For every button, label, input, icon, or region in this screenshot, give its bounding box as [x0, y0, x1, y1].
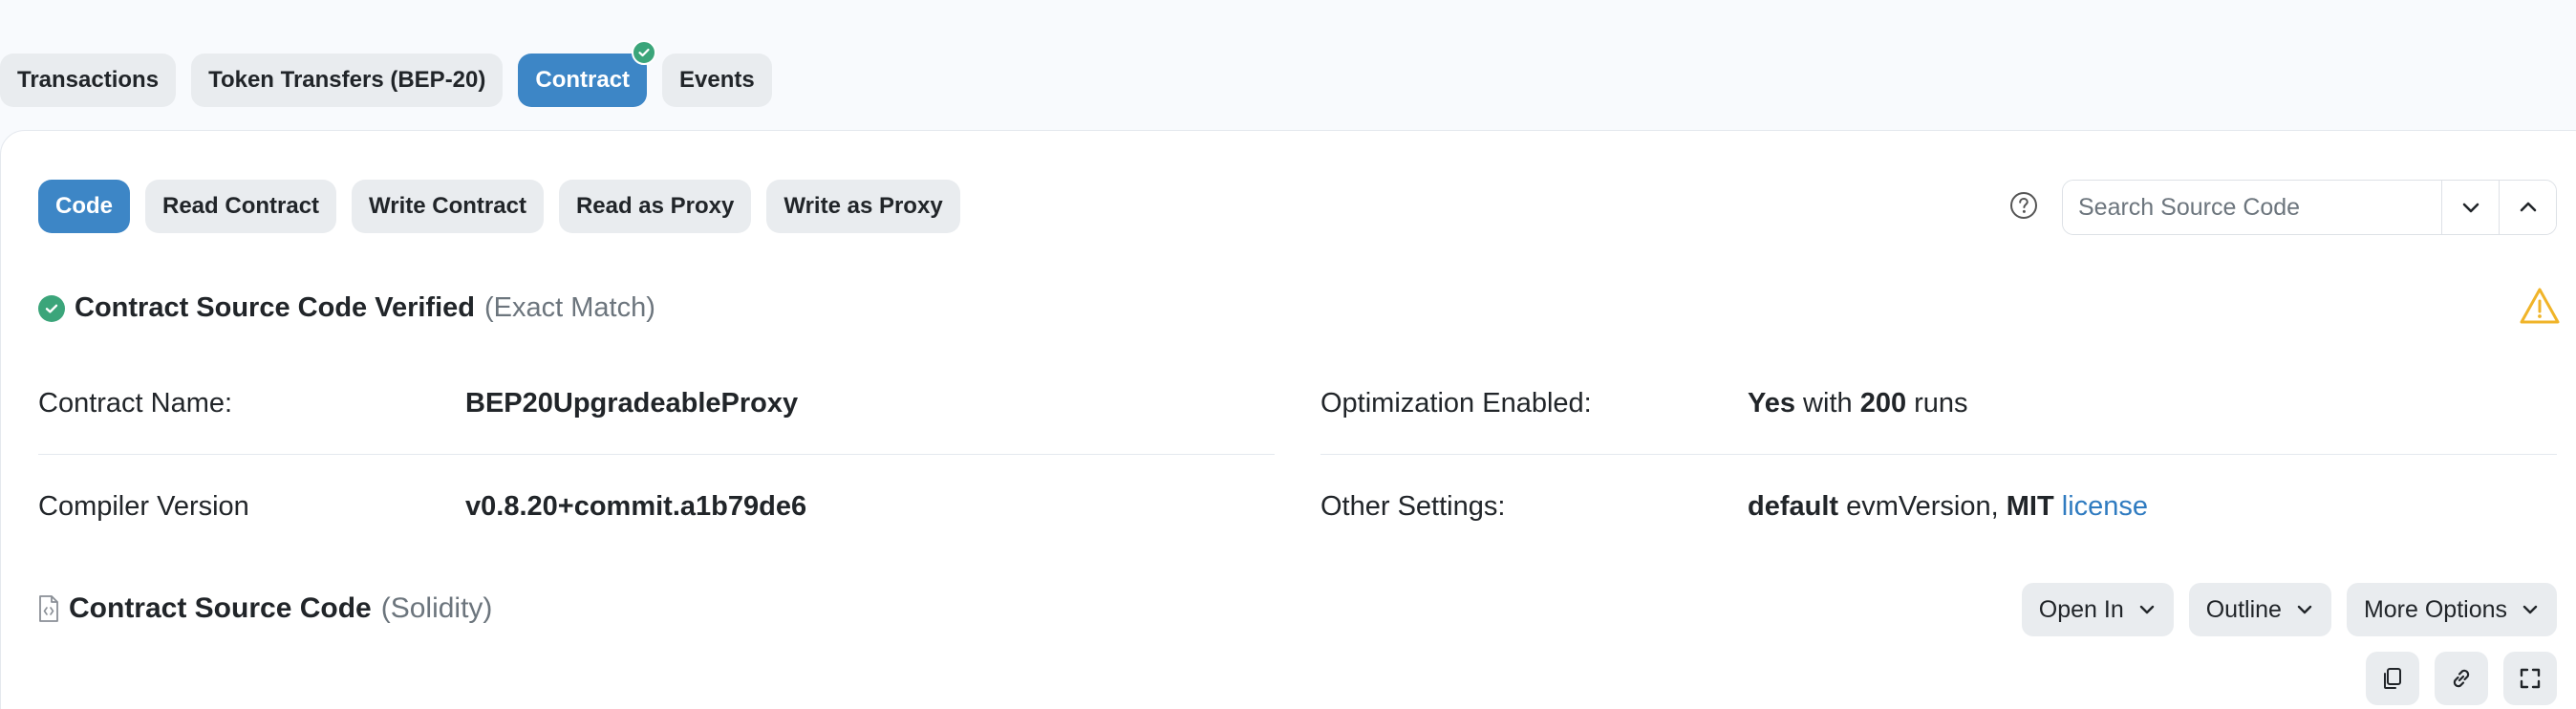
sub-tabs: Code Read Contract Write Contract Read a… [38, 180, 960, 233]
tab-contract[interactable]: Contract [518, 40, 657, 107]
subtab-read-as-proxy[interactable]: Read as Proxy [558, 180, 752, 233]
top-tabs: Transactions Token Transfers (BEP-20) Co… [0, 40, 772, 107]
more-options-button[interactable]: More Options [2346, 583, 2557, 636]
compiler-version-value: v0.8.20+commit.a1b79de6 [465, 491, 807, 522]
contract-name-value: BEP20UpgradeableProxy [465, 388, 799, 419]
contract-page: Transactions Token Transfers (BEP-20) Co… [0, 0, 2576, 709]
verified-title: Contract Source Code Verified [75, 292, 475, 323]
optimization-value: Yes with 200 runs [1748, 388, 1968, 419]
verified-badge-icon [632, 40, 657, 65]
chevron-down-icon [2522, 605, 2538, 614]
optimization-runs-count: 200 [1859, 388, 1907, 419]
tab-contract-label: Contract [535, 67, 631, 93]
optimization-with: with [1795, 388, 1860, 419]
more-options-label: More Options [2363, 595, 2507, 623]
source-options: Open In Outline More Options [2021, 583, 2557, 636]
compiler-version-label: Compiler Version [38, 491, 249, 522]
divider [1320, 454, 2557, 455]
link-icon [2453, 669, 2470, 688]
chevron-down-icon [2297, 605, 2312, 614]
search-source-group [2062, 180, 2557, 235]
question-circle-icon[interactable] [2009, 191, 2038, 220]
search-next-button[interactable] [2441, 181, 2499, 234]
source-code-header: Contract Source Code (Solidity) [38, 592, 492, 625]
tab-transactions[interactable]: Transactions [0, 54, 177, 107]
permalink-button[interactable] [2435, 652, 2488, 705]
subtab-write-contract[interactable]: Write Contract [352, 180, 544, 233]
source-code-language: (Solidity) [380, 592, 493, 624]
fullscreen-icon [2520, 668, 2541, 689]
divider [38, 454, 1275, 455]
warning-triangle-icon[interactable] [2519, 287, 2561, 325]
fullscreen-button[interactable] [2503, 652, 2557, 705]
search-source-input[interactable] [2063, 181, 2441, 234]
other-settings-value: default evmVersion, MIT license [1748, 491, 2148, 523]
other-default: default [1748, 491, 1839, 522]
optimization-label: Optimization Enabled: [1320, 388, 1592, 419]
verified-match: (Exact Match) [484, 292, 655, 323]
file-code-icon [38, 594, 59, 623]
license-link[interactable]: license [2062, 491, 2148, 522]
open-in-label: Open In [2038, 595, 2124, 623]
chevron-down-icon [2462, 203, 2479, 213]
tab-events[interactable]: Events [662, 54, 772, 107]
other-evm: evmVersion, [1838, 491, 2007, 522]
open-in-button[interactable]: Open In [2021, 583, 2174, 636]
tab-token-transfers[interactable]: Token Transfers (BEP-20) [191, 54, 504, 107]
search-prev-button[interactable] [2499, 181, 2556, 234]
contract-name-label: Contract Name: [38, 388, 233, 419]
chevron-down-icon [2139, 605, 2154, 614]
optimization-runs: runs [1906, 388, 1968, 419]
subtab-write-as-proxy[interactable]: Write as Proxy [766, 180, 960, 233]
subtab-read-contract[interactable]: Read Contract [145, 180, 337, 233]
source-tools [2366, 652, 2557, 705]
chevron-up-icon [2520, 202, 2536, 212]
source-code-title: Contract Source Code [69, 592, 372, 624]
copy-button[interactable] [2366, 652, 2419, 705]
verified-header: Contract Source Code Verified (Exact Mat… [38, 292, 655, 324]
other-settings-label: Other Settings: [1320, 491, 1506, 522]
copy-icon [2384, 668, 2401, 689]
outline-button[interactable]: Outline [2188, 583, 2331, 636]
check-circle-icon [38, 294, 65, 322]
subtab-code[interactable]: Code [38, 180, 130, 233]
outline-label: Outline [2205, 595, 2282, 623]
other-mit: MIT [2006, 491, 2054, 522]
optimization-yes: Yes [1748, 388, 1795, 419]
